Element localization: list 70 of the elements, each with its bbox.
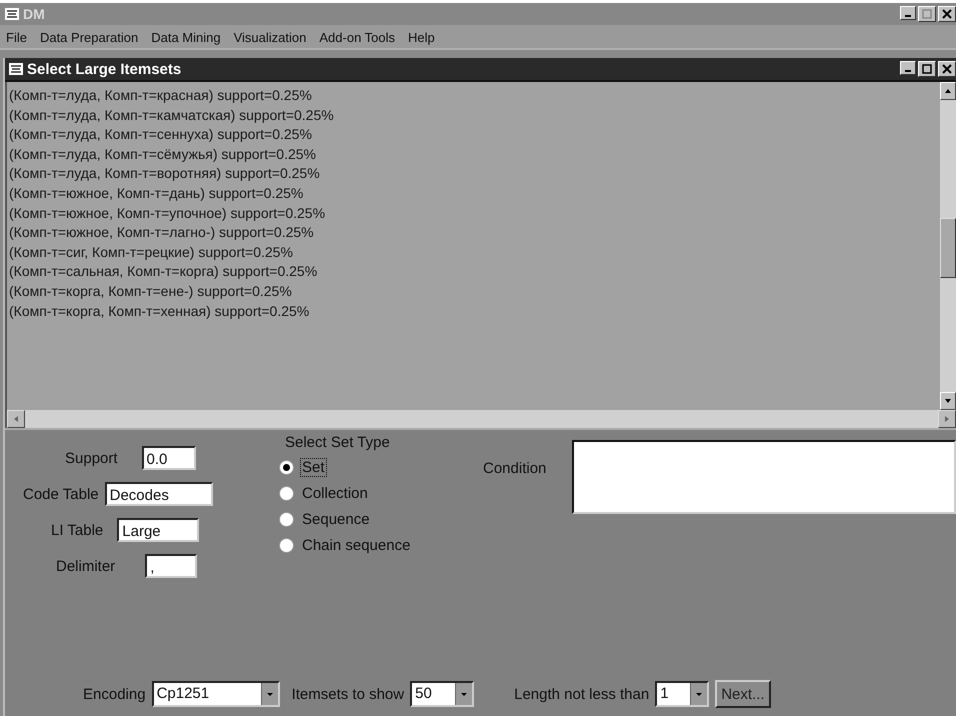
app-icon — [8, 61, 24, 77]
down-arrow-icon — [944, 397, 952, 405]
menu-item[interactable]: Add-on Tools — [319, 30, 396, 44]
encoding-dropdown[interactable]: Cp1251 — [152, 681, 280, 707]
left-arrow-icon — [12, 415, 20, 423]
maximize-icon — [922, 64, 932, 74]
itemset-row[interactable]: (Комп-т=сальная, Комп-т=корга) support=0.25% — [9, 262, 940, 282]
itemset-row[interactable]: (Комп-т=южное, Комп-т=лагно-) support=0.25% — [9, 223, 940, 243]
condition-field[interactable] — [572, 440, 956, 514]
input-field[interactable]: Large — [117, 518, 200, 542]
field-label: Condition — [483, 460, 546, 477]
menu-item[interactable]: Visualization — [234, 30, 306, 44]
section-label: Select Set Type — [285, 434, 391, 451]
itemset-row[interactable]: (Комп-т=луда, Комп-т=камчатская) support=0.25% — [9, 106, 940, 126]
up-arrow-icon — [944, 87, 952, 95]
app-icon — [4, 6, 20, 22]
window-title: DM — [23, 6, 45, 22]
itemset-row[interactable]: (Комп-т=корга, Комп-т=ене-) support=0.25% — [9, 282, 940, 302]
next-button[interactable]: Next... — [715, 680, 771, 708]
radio-button[interactable] — [279, 460, 294, 474]
caret-icon — [460, 690, 468, 698]
horizontal-scrollbar[interactable] — [5, 410, 956, 428]
field-label: LI Table — [51, 522, 104, 538]
maximize-icon — [922, 9, 932, 19]
scrollbar-thumb[interactable] — [940, 218, 956, 278]
radio-label[interactable]: Sequence — [300, 510, 372, 528]
maximize-button[interactable] — [918, 6, 936, 22]
itemset-row[interactable]: (Комп-т=корга, Комп-т=хенная) support=0.25% — [9, 302, 940, 322]
radio-button[interactable] — [279, 512, 294, 526]
close-icon — [942, 64, 952, 74]
field-label: Encoding — [83, 686, 146, 702]
dialog-title: Select Large Itemsets — [27, 60, 182, 78]
right-arrow-icon — [943, 415, 951, 423]
caret-icon — [695, 690, 704, 698]
field-label: Itemsets to show — [292, 686, 404, 702]
menu-item[interactable]: File — [6, 30, 27, 44]
itemset-row[interactable]: (Комп-т=луда, Комп-т=сеннуха) support=0.25% — [9, 125, 940, 145]
minimize-button[interactable] — [900, 61, 916, 75]
close-button[interactable] — [938, 6, 956, 22]
minimize-button[interactable] — [900, 6, 916, 20]
itemset-row[interactable]: (Комп-т=луда, Комп-т=сёмужья) support=0.25% — [9, 144, 940, 164]
menu-item[interactable]: Help — [408, 30, 435, 44]
radio-button[interactable] — [279, 486, 294, 500]
radio-label[interactable]: Chain sequence — [300, 536, 412, 554]
radio-label[interactable]: Set — [300, 458, 327, 476]
length-dropdown[interactable]: 1 — [655, 681, 710, 707]
menu-item[interactable]: Data Preparation — [40, 30, 138, 44]
field-label: Length not less than — [514, 686, 650, 702]
radio-label[interactable]: Collection — [300, 484, 370, 502]
vertical-scrollbar[interactable] — [940, 82, 956, 410]
itemset-row[interactable]: (Комп-т=сиг, Комп-т=рецкие) support=0.25% — [9, 242, 940, 262]
menu-item[interactable]: Data Mining — [151, 30, 221, 44]
minimize-icon — [905, 70, 911, 72]
field-label: Support — [65, 450, 118, 466]
itemset-row[interactable]: (Комп-т=луда, Комп-т=красная) support=0.25% — [9, 86, 940, 106]
itemset-row[interactable]: (Комп-т=южное, Комп-т=упочное) support=0.25% — [9, 204, 940, 224]
minimize-icon — [905, 15, 911, 17]
itemsets-dropdown[interactable]: 50 — [410, 681, 474, 707]
itemset-row[interactable]: (Комп-т=южное, Комп-т=дань) support=0.25% — [9, 184, 940, 204]
itemset-row[interactable]: (Комп-т=луда, Комп-т=воротняя) support=0.25% — [9, 164, 940, 184]
field-label: Code Table — [23, 486, 99, 502]
maximize-button[interactable] — [918, 61, 936, 77]
close-icon — [942, 9, 952, 19]
caret-icon — [266, 690, 274, 698]
input-field[interactable]: Decodes — [104, 482, 213, 506]
input-field[interactable]: 0.0 — [142, 446, 196, 470]
close-button[interactable] — [938, 61, 956, 77]
input-field[interactable]: , — [145, 554, 198, 578]
field-label: Delimiter — [56, 558, 116, 574]
radio-button[interactable] — [279, 538, 294, 552]
